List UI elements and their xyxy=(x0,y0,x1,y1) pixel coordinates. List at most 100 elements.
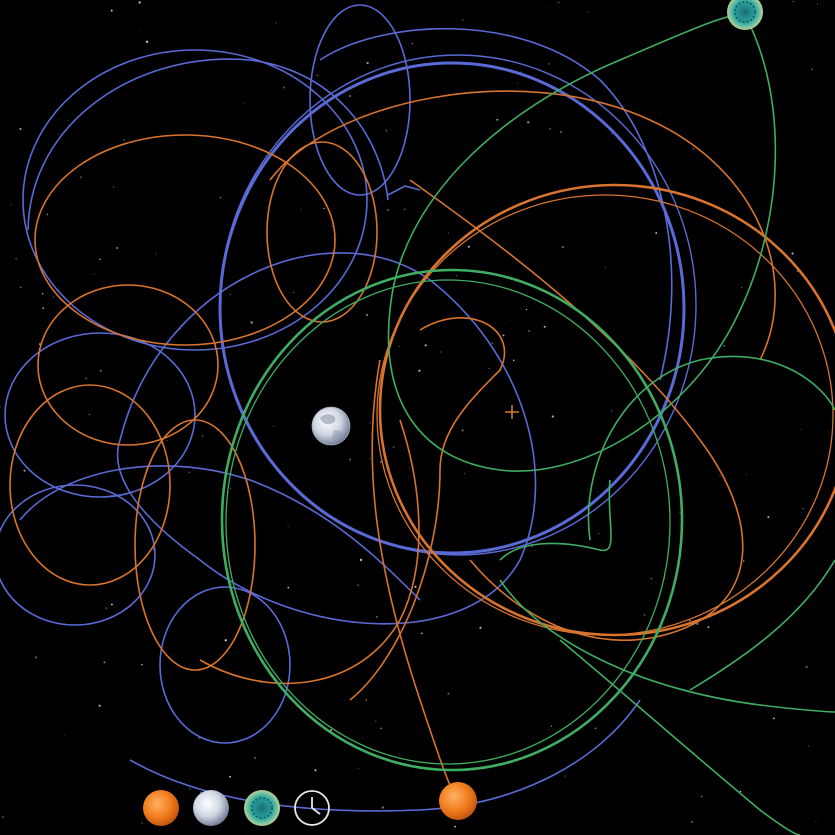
star xyxy=(282,86,285,89)
star xyxy=(548,729,550,731)
star xyxy=(739,790,742,793)
star xyxy=(512,359,515,362)
star xyxy=(376,616,378,618)
star xyxy=(719,474,721,477)
star xyxy=(767,516,770,519)
earth-orbit-trails xyxy=(0,4,697,812)
star xyxy=(42,307,44,309)
star xyxy=(275,22,277,24)
star xyxy=(293,291,295,293)
star xyxy=(560,131,562,133)
earth-body[interactable] xyxy=(311,406,351,446)
earth-orbit-path xyxy=(218,61,686,555)
star xyxy=(98,704,101,707)
alien-orbit-path xyxy=(387,13,777,472)
star xyxy=(707,626,710,628)
star xyxy=(805,665,808,669)
star xyxy=(543,325,546,328)
star xyxy=(527,121,530,124)
star xyxy=(496,118,499,121)
star xyxy=(229,293,232,296)
star xyxy=(564,775,566,777)
alien-planet-body[interactable] xyxy=(727,0,763,30)
star xyxy=(19,286,22,289)
star xyxy=(10,204,12,206)
sun-orbit-path xyxy=(134,419,256,671)
star xyxy=(669,343,671,345)
star xyxy=(561,245,564,249)
star xyxy=(300,208,302,210)
alien-planet-icon xyxy=(727,0,763,30)
alien-planet-icon xyxy=(244,790,280,826)
star xyxy=(447,692,450,695)
star xyxy=(692,148,694,150)
sun-icon xyxy=(143,790,179,826)
star xyxy=(365,699,368,701)
star xyxy=(509,320,510,322)
earth-orbit-path xyxy=(319,27,673,381)
star xyxy=(141,822,144,824)
star xyxy=(200,791,202,793)
star xyxy=(531,546,533,548)
star xyxy=(491,342,493,344)
star xyxy=(99,258,101,261)
star xyxy=(454,825,457,828)
sun-orbit-path xyxy=(34,134,336,346)
star xyxy=(440,787,442,788)
star xyxy=(420,632,423,635)
star xyxy=(440,351,442,353)
star xyxy=(366,314,368,316)
star xyxy=(611,133,613,135)
star xyxy=(105,607,108,610)
star xyxy=(385,129,388,132)
star xyxy=(254,757,256,759)
focus-alien-planet-button[interactable] xyxy=(244,790,280,826)
star xyxy=(349,458,352,461)
star xyxy=(643,613,646,616)
alien-orbit-path xyxy=(499,579,835,713)
alien-orbit-path xyxy=(225,279,671,765)
star xyxy=(548,63,550,65)
star xyxy=(659,113,661,115)
star xyxy=(380,727,382,730)
sun-orbit-trails xyxy=(9,90,835,801)
star xyxy=(23,469,26,472)
star xyxy=(52,296,55,298)
star xyxy=(85,377,88,380)
star xyxy=(15,257,17,260)
star xyxy=(188,471,191,474)
star xyxy=(611,410,613,412)
star xyxy=(111,603,113,606)
star xyxy=(817,3,818,5)
star xyxy=(116,247,119,249)
star xyxy=(287,525,289,527)
star xyxy=(772,717,775,720)
sun-orbit-path xyxy=(349,317,506,701)
star xyxy=(189,788,191,790)
star xyxy=(549,127,552,130)
star xyxy=(381,806,384,809)
star xyxy=(88,413,91,416)
star xyxy=(743,560,745,562)
star xyxy=(800,429,802,431)
star xyxy=(550,725,552,727)
star xyxy=(404,208,406,211)
sun-body[interactable] xyxy=(439,782,477,820)
alien-orbit-path xyxy=(220,268,684,772)
star xyxy=(551,415,554,418)
alien-orbit-path xyxy=(689,559,835,691)
star xyxy=(598,533,600,535)
star xyxy=(79,176,82,179)
star xyxy=(316,74,319,77)
star xyxy=(464,473,466,475)
sun-orbit-path xyxy=(409,179,744,641)
star xyxy=(392,446,395,449)
orbit-canvas[interactable] xyxy=(0,0,835,835)
star xyxy=(63,735,65,737)
star xyxy=(110,9,113,12)
focus-earth-button[interactable] xyxy=(193,790,229,826)
star xyxy=(810,68,814,71)
star xyxy=(323,207,325,210)
focus-sun-button[interactable] xyxy=(143,790,179,826)
star xyxy=(67,119,69,121)
